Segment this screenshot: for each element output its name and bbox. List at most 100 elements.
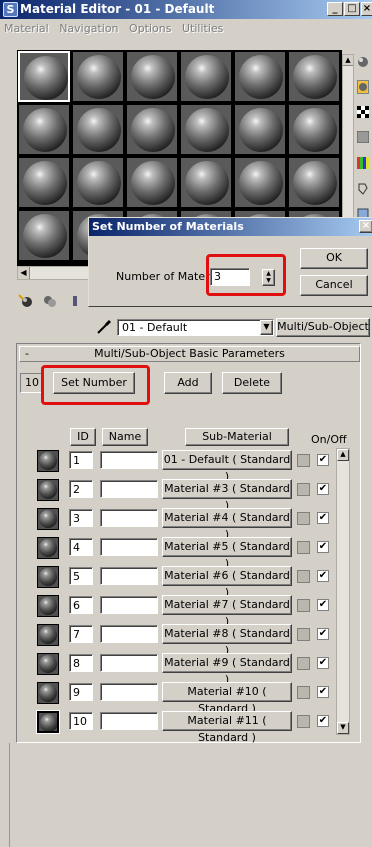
material-name-field[interactable]: 01 - Default bbox=[117, 319, 274, 336]
sub-material-preview-icon[interactable] bbox=[37, 566, 59, 588]
sub-material-preview-icon[interactable] bbox=[37, 537, 59, 559]
pick-material-eyedropper-icon[interactable] bbox=[95, 319, 113, 335]
sub-material-name-field[interactable] bbox=[100, 538, 158, 556]
list-scroll-up-arrow-icon[interactable]: ▲ bbox=[337, 449, 349, 461]
sample-slot[interactable] bbox=[180, 51, 232, 102]
background-icon[interactable] bbox=[357, 106, 369, 120]
sub-material-button[interactable]: Material #10 ( Standard ) bbox=[162, 682, 292, 715]
sub-material-color-swatch[interactable] bbox=[297, 628, 310, 641]
on-off-checkbox[interactable]: ✔ bbox=[317, 483, 329, 495]
sub-material-column-header[interactable]: Sub-Material bbox=[185, 428, 289, 446]
sub-material-id-field[interactable]: 9 bbox=[69, 683, 93, 701]
uv-tiling-icon[interactable] bbox=[356, 130, 370, 145]
sample-slot[interactable] bbox=[288, 104, 340, 155]
sub-material-name-field[interactable] bbox=[100, 625, 158, 643]
sub-material-name-field[interactable] bbox=[100, 567, 158, 585]
sub-material-color-swatch[interactable] bbox=[297, 454, 310, 467]
sub-material-button[interactable]: Material #8 ( Standard ) bbox=[162, 624, 292, 657]
sub-material-button[interactable]: Material #11 ( Standard ) bbox=[162, 711, 292, 744]
menu-navigation[interactable]: Navigation bbox=[59, 22, 118, 35]
sub-material-button[interactable]: Material #5 ( Standard ) bbox=[162, 537, 292, 570]
sub-material-button[interactable]: 01 - Default ( Standard ) bbox=[162, 450, 292, 483]
on-off-checkbox[interactable]: ✔ bbox=[317, 715, 329, 727]
sub-material-color-swatch[interactable] bbox=[297, 541, 310, 554]
sub-material-preview-icon[interactable] bbox=[37, 711, 59, 733]
scroll-up-arrow-icon[interactable]: ▲ bbox=[343, 55, 353, 66]
list-scroll-down-arrow-icon[interactable]: ▼ bbox=[337, 722, 349, 734]
sub-material-preview-icon[interactable] bbox=[37, 624, 59, 646]
video-color-check-icon[interactable] bbox=[357, 157, 369, 171]
menu-options[interactable]: Options bbox=[129, 22, 171, 35]
menu-material[interactable]: Material bbox=[4, 22, 49, 35]
make-preview-icon[interactable] bbox=[357, 182, 369, 196]
sub-material-name-field[interactable] bbox=[100, 683, 158, 701]
sub-material-color-swatch[interactable] bbox=[297, 715, 310, 728]
sub-material-name-field[interactable] bbox=[100, 654, 158, 672]
scroll-left-arrow-icon[interactable]: ◀ bbox=[18, 267, 30, 279]
name-column-header[interactable]: Name bbox=[102, 428, 148, 446]
sample-slot[interactable] bbox=[180, 104, 232, 155]
sub-material-preview-icon[interactable] bbox=[37, 450, 59, 472]
sub-material-id-field[interactable]: 7 bbox=[69, 625, 93, 643]
sub-material-name-field[interactable] bbox=[100, 451, 158, 469]
sub-material-preview-icon[interactable] bbox=[37, 508, 59, 530]
on-off-checkbox[interactable]: ✔ bbox=[317, 628, 329, 640]
dialog-ok-button[interactable]: OK bbox=[300, 248, 368, 269]
sub-material-name-field[interactable] bbox=[100, 509, 158, 527]
sub-material-id-field[interactable]: 5 bbox=[69, 567, 93, 585]
close-button[interactable]: × bbox=[361, 2, 372, 16]
sub-material-preview-icon[interactable] bbox=[37, 653, 59, 675]
sample-slot[interactable] bbox=[72, 51, 124, 102]
delete-button[interactable]: Delete bbox=[222, 372, 282, 394]
sample-slot[interactable] bbox=[18, 210, 70, 261]
on-off-checkbox[interactable]: ✔ bbox=[317, 512, 329, 524]
sample-slot[interactable] bbox=[126, 51, 178, 102]
on-off-checkbox[interactable]: ✔ bbox=[317, 686, 329, 698]
sample-slot[interactable] bbox=[126, 104, 178, 155]
sample-type-icon[interactable] bbox=[357, 56, 369, 70]
sub-material-list-scrollbar[interactable]: ▲ ▼ bbox=[336, 448, 350, 735]
sample-slot[interactable] bbox=[72, 104, 124, 155]
maximize-button[interactable]: □ bbox=[344, 2, 360, 16]
add-button[interactable]: Add bbox=[164, 372, 212, 394]
on-off-checkbox[interactable]: ✔ bbox=[317, 599, 329, 611]
sub-material-color-swatch[interactable] bbox=[297, 570, 310, 583]
sub-material-name-field[interactable] bbox=[100, 712, 158, 730]
on-off-checkbox[interactable]: ✔ bbox=[317, 541, 329, 553]
sub-material-preview-icon[interactable] bbox=[37, 595, 59, 617]
sub-material-id-field[interactable]: 10 bbox=[69, 712, 93, 730]
sub-material-id-field[interactable]: 2 bbox=[69, 480, 93, 498]
rollout-collapse-icon[interactable]: - bbox=[25, 347, 29, 361]
get-material-icon[interactable] bbox=[18, 294, 34, 308]
sub-material-button[interactable]: Material #7 ( Standard ) bbox=[162, 595, 292, 628]
sample-slot[interactable] bbox=[180, 157, 232, 208]
put-to-scene-icon[interactable] bbox=[42, 294, 58, 308]
sub-material-name-field[interactable] bbox=[100, 596, 158, 614]
backlight-icon[interactable] bbox=[357, 80, 369, 94]
minimize-button[interactable]: _ bbox=[327, 2, 343, 16]
sub-material-id-field[interactable]: 6 bbox=[69, 596, 93, 614]
sub-material-button[interactable]: Material #3 ( Standard ) bbox=[162, 479, 292, 512]
dialog-title-bar[interactable]: Set Number of Materials × bbox=[89, 218, 372, 236]
sample-slot[interactable] bbox=[288, 51, 340, 102]
sample-slot[interactable] bbox=[18, 104, 70, 155]
sub-material-id-field[interactable]: 8 bbox=[69, 654, 93, 672]
sub-material-color-swatch[interactable] bbox=[297, 483, 310, 496]
sample-slot[interactable] bbox=[234, 51, 286, 102]
dialog-close-button[interactable]: × bbox=[359, 220, 372, 233]
id-column-header[interactable]: ID bbox=[70, 428, 96, 446]
sub-material-color-swatch[interactable] bbox=[297, 512, 310, 525]
sub-material-color-swatch[interactable] bbox=[297, 657, 310, 670]
menu-utilities[interactable]: Utilities bbox=[182, 22, 223, 35]
sub-material-button[interactable]: Material #9 ( Standard ) bbox=[162, 653, 292, 686]
material-name-dropdown-arrow-icon[interactable]: ▼ bbox=[260, 320, 273, 335]
assign-to-selection-icon[interactable] bbox=[72, 294, 78, 308]
on-off-checkbox[interactable]: ✔ bbox=[317, 454, 329, 466]
dialog-cancel-button[interactable]: Cancel bbox=[300, 275, 368, 296]
sub-material-color-swatch[interactable] bbox=[297, 599, 310, 612]
sub-material-color-swatch[interactable] bbox=[297, 686, 310, 699]
sample-slot[interactable] bbox=[234, 104, 286, 155]
sample-slot[interactable] bbox=[72, 157, 124, 208]
sub-material-id-field[interactable]: 1 bbox=[69, 451, 93, 469]
sub-material-id-field[interactable]: 3 bbox=[69, 509, 93, 527]
